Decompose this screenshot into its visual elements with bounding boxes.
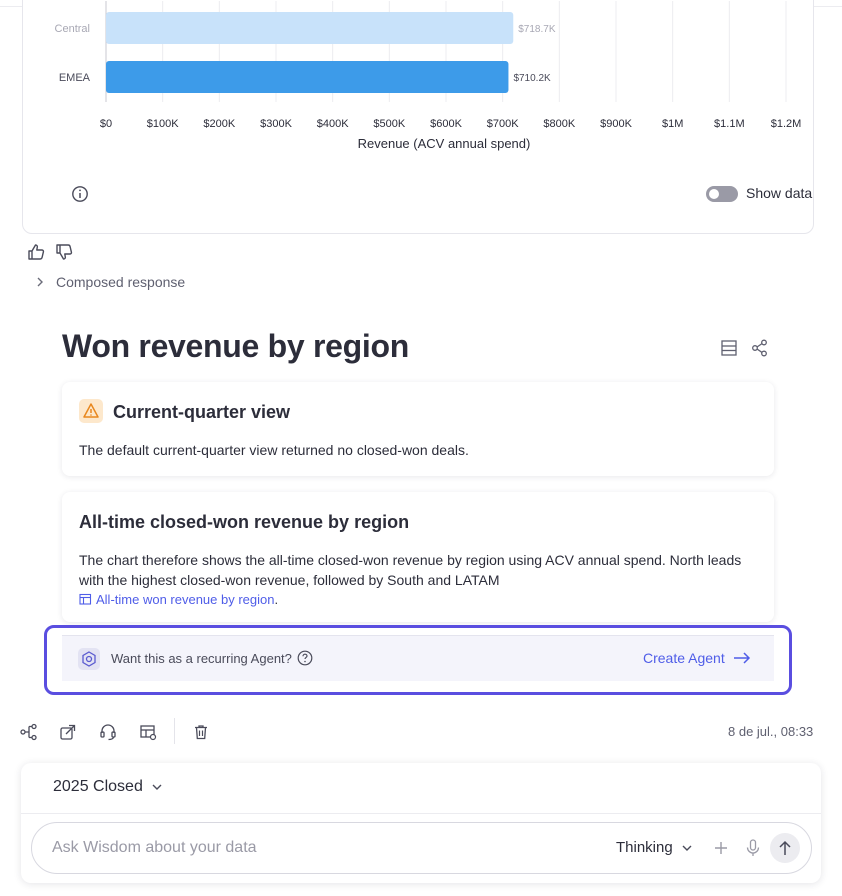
data-label: $710.2K bbox=[513, 73, 551, 84]
send-button[interactable] bbox=[770, 833, 800, 863]
x-tick-label: $100K bbox=[147, 118, 179, 130]
lineage-icon[interactable] bbox=[19, 722, 39, 742]
share-icon[interactable] bbox=[750, 338, 770, 358]
info-icon[interactable] bbox=[71, 185, 89, 203]
composed-response-label: Composed response bbox=[56, 274, 186, 290]
x-tick-label: $800K bbox=[543, 118, 575, 130]
chart-card: Central $718.7K EMEA $710.2K $0 $100K $200K $30… bbox=[22, 0, 814, 234]
composed-response-toggle[interactable]: Composed response bbox=[34, 274, 185, 290]
x-tick-label: $600K bbox=[430, 118, 462, 130]
x-tick-label: $300K bbox=[260, 118, 292, 130]
warning-heading: Current-quarter view bbox=[113, 402, 291, 422]
bar-central bbox=[106, 12, 514, 44]
mode-label: Thinking bbox=[616, 839, 673, 856]
mode-dropdown[interactable]: Thinking bbox=[616, 839, 693, 856]
x-tick-label: $500K bbox=[373, 118, 405, 130]
summary-text: The chart therefore shows the all-time c… bbox=[79, 552, 742, 588]
composer: 2025 Closed Thinking bbox=[21, 763, 821, 883]
question-input[interactable] bbox=[52, 836, 572, 860]
x-tick-label: $400K bbox=[317, 118, 349, 130]
microphone-icon[interactable] bbox=[744, 838, 762, 858]
page-title: Won revenue by region bbox=[62, 328, 409, 364]
x-tick-label: $1M bbox=[662, 118, 683, 130]
chevron-down-icon bbox=[152, 784, 162, 790]
arrow-up-icon bbox=[779, 840, 791, 855]
add-icon[interactable] bbox=[712, 839, 730, 857]
x-tick-label: $0 bbox=[100, 118, 112, 130]
x-axis-title: Revenue (ACV annual spend) bbox=[358, 136, 531, 151]
bar-emea bbox=[106, 61, 509, 93]
message-timestamp: 8 de jul., 08:33 bbox=[728, 724, 814, 739]
summary-panel: All-time closed-won revenue by region Th… bbox=[62, 492, 774, 622]
question-input-container: Thinking bbox=[31, 822, 812, 874]
revenue-bar-chart: Central $718.7K EMEA $710.2K $0 $100K $200K $30… bbox=[55, 1, 802, 151]
show-data-toggle[interactable] bbox=[706, 186, 738, 202]
chevron-right-icon bbox=[37, 277, 43, 287]
thumbs-up-icon[interactable] bbox=[26, 242, 46, 262]
category-label: Central bbox=[55, 23, 90, 35]
share-link-icon[interactable] bbox=[58, 722, 78, 742]
report-link[interactable]: All-time won revenue by region. bbox=[79, 592, 278, 607]
support-icon[interactable] bbox=[98, 722, 118, 742]
warning-icon bbox=[79, 399, 103, 423]
warning-panel: Current-quarter view The default current… bbox=[62, 382, 774, 476]
x-tick-label: $900K bbox=[600, 118, 632, 130]
x-tick-label: $1.2M bbox=[771, 118, 802, 130]
category-label: EMEA bbox=[59, 72, 91, 84]
trash-icon[interactable] bbox=[191, 722, 211, 742]
x-tick-label: $700K bbox=[487, 118, 519, 130]
table-settings-icon[interactable] bbox=[138, 722, 158, 742]
show-data-label: Show data bbox=[746, 185, 813, 201]
agent-highlight-outline bbox=[44, 625, 792, 695]
data-label: $718.7K bbox=[518, 24, 556, 35]
summary-heading: All-time closed-won revenue by region bbox=[79, 512, 410, 532]
chevron-down-icon bbox=[682, 845, 692, 851]
report-link-suffix: . bbox=[274, 592, 279, 607]
scope-dropdown[interactable]: 2025 Closed bbox=[53, 778, 163, 796]
thumbs-down-icon[interactable] bbox=[54, 242, 74, 262]
scope-label: 2025 Closed bbox=[53, 778, 143, 795]
x-tick-label: $1.1M bbox=[714, 118, 745, 130]
toolbar-divider bbox=[174, 718, 175, 744]
composer-divider bbox=[21, 813, 821, 814]
report-icon bbox=[79, 593, 92, 605]
report-link-label[interactable]: All-time won revenue by region bbox=[96, 592, 274, 607]
warning-text: The default current-quarter view returne… bbox=[79, 442, 469, 458]
table-view-icon[interactable] bbox=[719, 338, 739, 358]
x-tick-label: $200K bbox=[203, 118, 235, 130]
